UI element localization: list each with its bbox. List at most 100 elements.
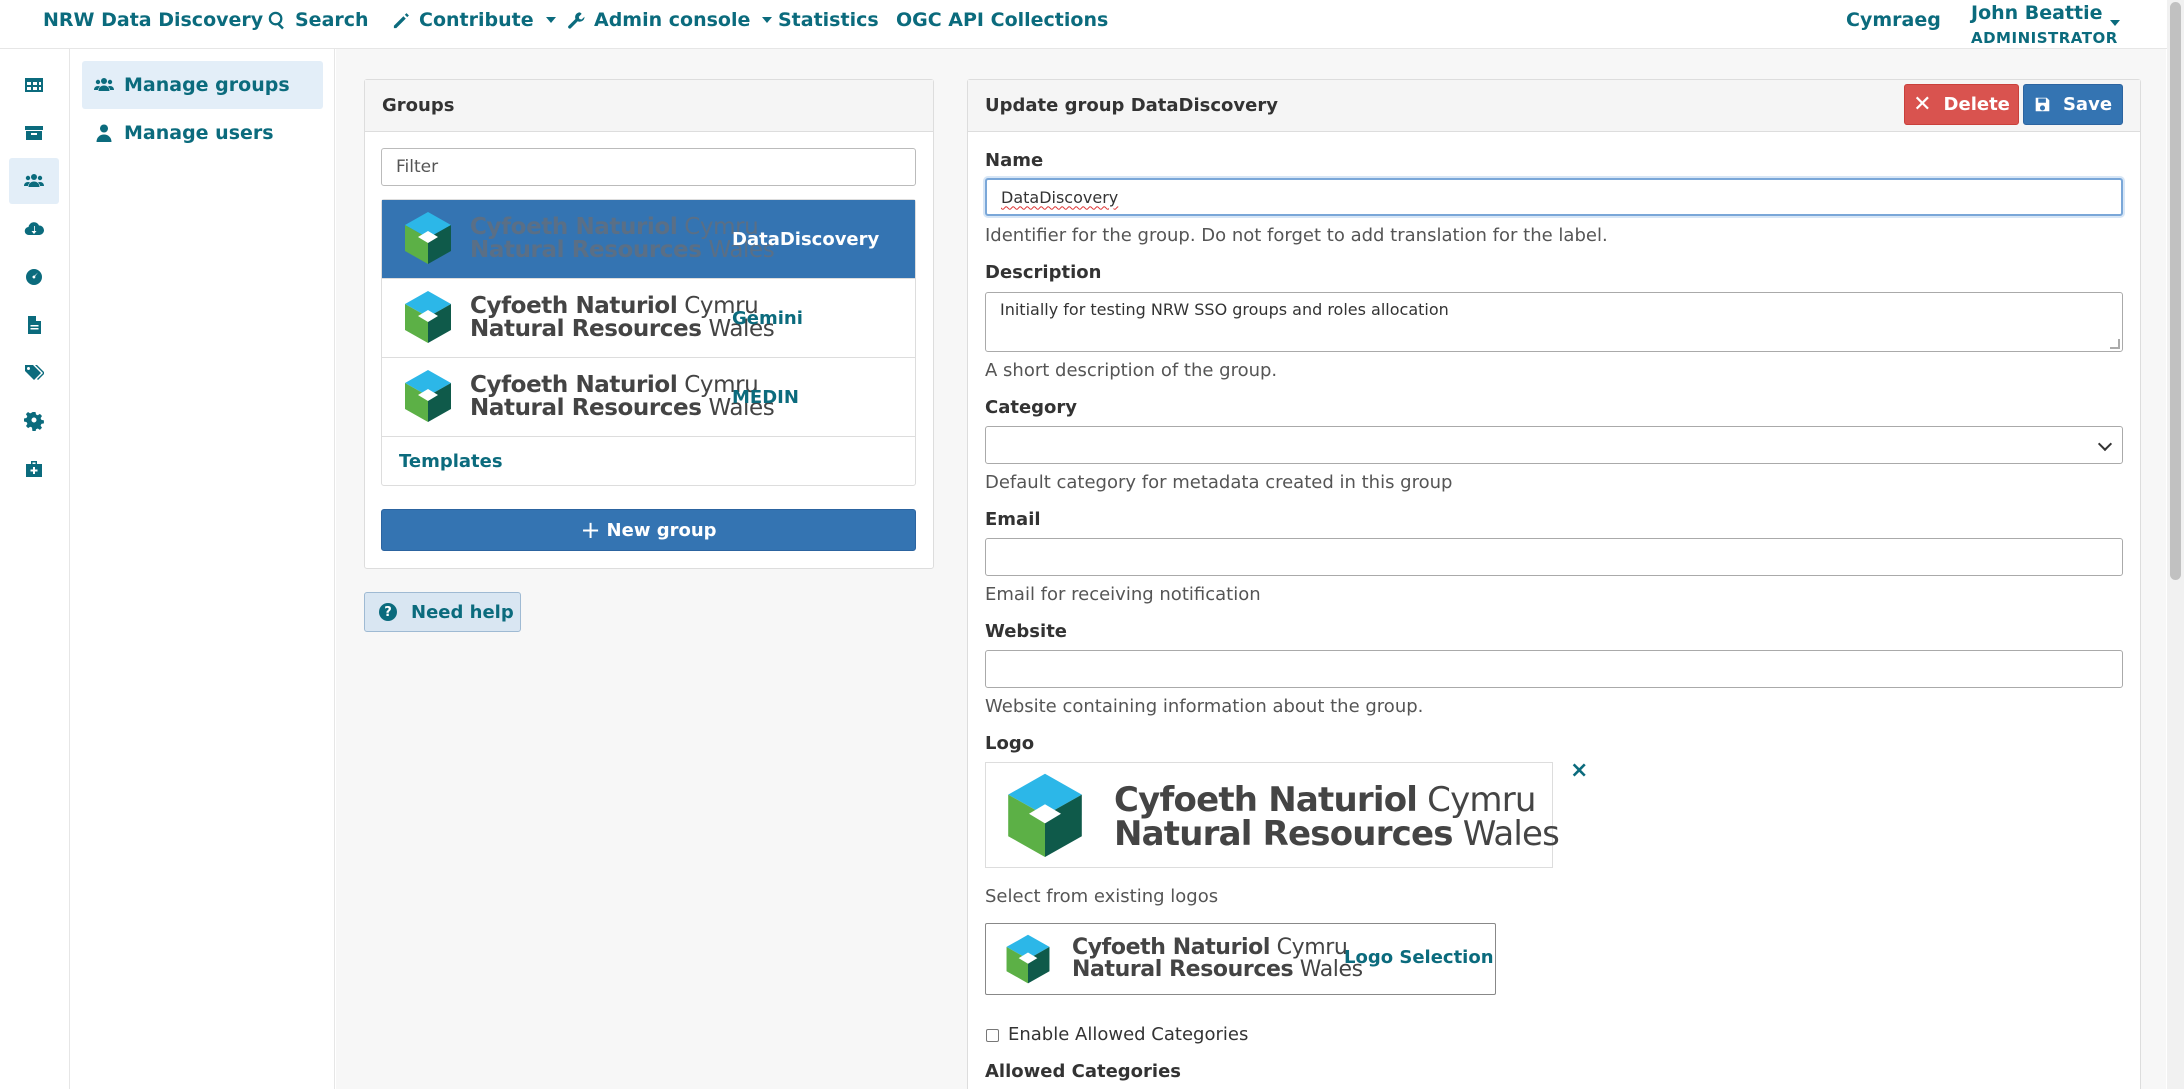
rail-item-settings[interactable]: [9, 398, 59, 444]
save-button[interactable]: Save: [2023, 84, 2123, 125]
website-input[interactable]: [985, 650, 2123, 688]
ogc-collections-link[interactable]: OGC API Collections: [896, 8, 1108, 32]
admin-console-label: Admin console: [594, 9, 751, 31]
email-label: Email: [985, 509, 1041, 530]
top-navbar: NRW Data Discovery Search Contribute Adm…: [0, 0, 2184, 49]
website-help: Website containing information about the…: [985, 696, 1424, 717]
logo-selection-label: Logo Selection: [1344, 947, 1494, 968]
users-groups-submenu: Manage groups Manage users: [70, 49, 335, 1089]
description-textarea[interactable]: Initially for testing NRW SSO groups and…: [985, 292, 2123, 352]
enable-allowed-categories-checkbox[interactable]: [986, 1029, 999, 1042]
need-help-button[interactable]: ? Need help: [364, 592, 521, 632]
cloud-download-icon: [24, 222, 44, 236]
users-icon: [24, 174, 44, 187]
group-name: DataDiscovery: [732, 228, 880, 250]
logo-text-line2-bold: Natural Resources: [470, 237, 702, 263]
nrw-logo-icon: [1006, 934, 1050, 984]
search-label: Search: [295, 9, 369, 31]
submenu-users-label: Manage users: [124, 122, 274, 144]
category-select[interactable]: [985, 426, 2123, 464]
admin-icon-rail: [0, 49, 70, 1089]
contribute-menu[interactable]: Contribute: [392, 8, 556, 32]
medkit-icon: [26, 461, 42, 477]
close-icon: ✕: [1913, 91, 1932, 117]
gear-icon: [24, 412, 44, 431]
nrw-logo-icon: [405, 212, 451, 264]
statistics-link[interactable]: Statistics: [778, 8, 879, 32]
submenu-manage-users[interactable]: Manage users: [82, 109, 323, 157]
group-name: MEDIN: [732, 386, 799, 408]
remove-logo-icon[interactable]: ×: [1570, 758, 1588, 783]
rail-item-metadata[interactable]: [9, 62, 59, 108]
group-logo: Cyfoeth Naturiol Cymru Natural Resources…: [398, 209, 775, 269]
scrollbar-thumb[interactable]: [2170, 2, 2181, 580]
current-logo: Cyfoeth Naturiol Cymru Natural Resources…: [985, 762, 1560, 868]
rail-item-cloud[interactable]: [9, 206, 59, 252]
group-logo: Cyfoeth Naturiol Cymru Natural Resources…: [398, 288, 775, 348]
need-help-label: Need help: [411, 601, 514, 623]
new-group-label: New group: [606, 519, 717, 541]
contribute-label: Contribute: [419, 9, 534, 31]
rail-item-reports[interactable]: [9, 302, 59, 348]
wrench-icon: [568, 11, 585, 29]
rail-item-users-groups[interactable]: [9, 158, 59, 204]
language-link[interactable]: Cymraeg: [1846, 8, 1941, 32]
email-input[interactable]: [985, 538, 2123, 576]
name-help: Identifier for the group. Do not forget …: [985, 225, 1608, 246]
description-help: A short description of the group.: [985, 360, 1278, 381]
statistics-label: Statistics: [778, 9, 879, 31]
submenu-manage-groups[interactable]: Manage groups: [82, 61, 323, 109]
group-item-templates[interactable]: Templates: [382, 437, 915, 485]
allowed-categories-label: Allowed Categories: [985, 1061, 1182, 1082]
logo-text-line2-bold: Natural Resources: [470, 395, 702, 421]
website-label: Website: [985, 621, 1068, 642]
save-icon: [2035, 97, 2050, 112]
user-role: ADMINISTRATOR: [1971, 29, 2118, 47]
name-input[interactable]: DataDiscovery: [985, 178, 2123, 216]
pencil-icon: [393, 12, 409, 28]
description-value: Initially for testing NRW SSO groups and…: [1000, 300, 1449, 319]
group-item-gemini[interactable]: Cyfoeth Naturiol Cymru Natural Resources…: [382, 279, 915, 358]
delete-button[interactable]: ✕ Delete: [1904, 84, 2019, 125]
submenu-groups-label: Manage groups: [124, 74, 290, 96]
group-item-datadiscovery[interactable]: Cyfoeth Naturiol Cymru Natural Resources…: [382, 200, 915, 279]
language-label: Cymraeg: [1846, 9, 1941, 31]
nrw-logo-icon: [405, 291, 451, 343]
email-help: Email for receiving notification: [985, 584, 1261, 605]
brand-link[interactable]: NRW Data Discovery: [43, 8, 263, 32]
admin-console-menu[interactable]: Admin console: [567, 8, 773, 32]
enable-allowed-categories-label: Enable Allowed Categories: [1008, 1024, 1249, 1045]
chevron-down-icon: [545, 17, 556, 23]
group-filter-input[interactable]: [381, 148, 916, 186]
select-logos-label: Select from existing logos: [985, 886, 1219, 907]
logo-text-line2-bold: Natural Resources: [1072, 957, 1294, 982]
logo-selection-button[interactable]: Cyfoeth Naturiol Cymru Natural Resources…: [985, 923, 1496, 995]
new-group-button[interactable]: + New group: [381, 509, 916, 551]
group-name: Gemini: [732, 307, 803, 329]
search-link[interactable]: Search: [268, 8, 369, 32]
group-list: Cyfoeth Naturiol Cymru Natural Resources…: [381, 199, 916, 486]
table-icon: [25, 78, 43, 92]
question-icon: ?: [379, 603, 397, 621]
rail-item-dashboard[interactable]: [9, 254, 59, 300]
groups-panel-title: Groups: [365, 80, 933, 132]
tags-icon: [25, 365, 44, 380]
brand-label: NRW Data Discovery: [43, 9, 264, 31]
logo-text-line2-bold: Natural Resources: [470, 316, 702, 342]
rail-item-tools[interactable]: [9, 446, 59, 492]
dashboard-icon: [26, 269, 42, 285]
save-label: Save: [2062, 94, 2113, 115]
templates-label: Templates: [399, 450, 503, 472]
logo-label: Logo: [985, 733, 1035, 754]
resize-handle[interactable]: [2110, 339, 2120, 349]
search-icon: [268, 11, 284, 29]
group-logo: Cyfoeth Naturiol Cymru Natural Resources…: [398, 367, 775, 427]
plus-icon: +: [580, 516, 601, 544]
nrw-logo-icon: [405, 370, 451, 422]
rail-item-harvesting[interactable]: [9, 110, 59, 156]
users-icon: [94, 78, 114, 91]
nrw-logo-icon: [1008, 773, 1082, 857]
rail-item-classification[interactable]: [9, 350, 59, 396]
file-icon: [28, 316, 41, 334]
group-item-medin[interactable]: Cyfoeth Naturiol Cymru Natural Resources…: [382, 358, 915, 437]
